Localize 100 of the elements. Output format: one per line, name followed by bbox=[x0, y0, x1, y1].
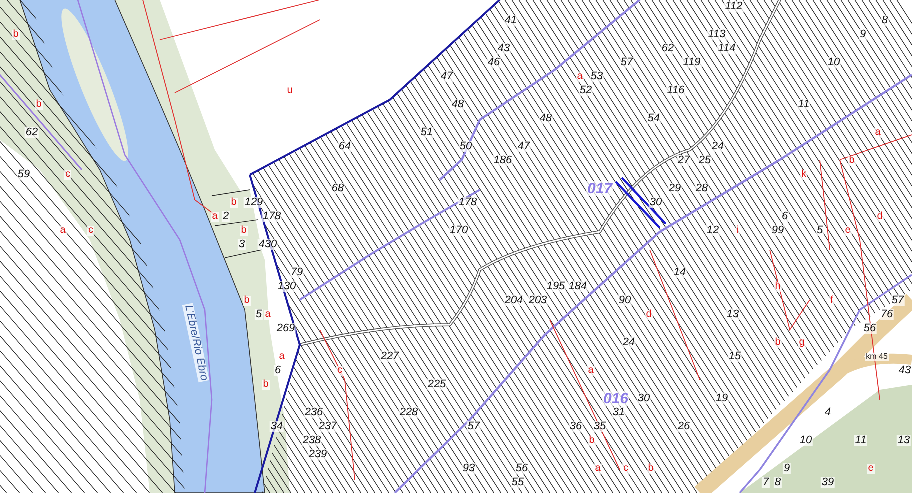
parcel-number: 8 bbox=[880, 16, 890, 26]
parcel-number: 130 bbox=[276, 282, 298, 292]
parcel-number: 99 bbox=[770, 226, 786, 236]
parcel-number: 204 bbox=[504, 296, 524, 306]
subparcel-letter: a bbox=[264, 310, 272, 320]
parcel-number: 238 bbox=[302, 436, 322, 446]
parcel-number: 35 bbox=[592, 422, 608, 432]
subparcel-letter: a bbox=[59, 226, 67, 236]
subparcel-letter: c bbox=[622, 464, 630, 474]
parcel-number: 228 bbox=[398, 408, 420, 418]
subparcel-letter: b bbox=[243, 296, 251, 306]
subparcel-letter: u bbox=[286, 86, 294, 96]
parcel-number: 76 bbox=[880, 310, 894, 320]
subparcel-letter: b bbox=[588, 436, 596, 446]
parcel-number: 48 bbox=[538, 114, 554, 124]
parcel-number: 51 bbox=[420, 128, 434, 138]
parcel-number: 114 bbox=[717, 44, 737, 54]
parcel-number: 56 bbox=[862, 324, 878, 334]
parcel-number: 227 bbox=[380, 352, 400, 362]
parcel-number: 10 bbox=[798, 436, 814, 446]
parcel-number: 57 bbox=[620, 58, 634, 68]
parcel-number: 9 bbox=[782, 464, 792, 474]
subparcel-letter: a bbox=[576, 72, 584, 82]
parcel-number: 57 bbox=[466, 422, 482, 432]
subparcel-letter: i bbox=[736, 226, 740, 236]
zone-label: 017 bbox=[586, 182, 614, 196]
parcel-number: 26 bbox=[676, 422, 692, 432]
subparcel-letter: a bbox=[874, 128, 882, 138]
parcel-number: 116 bbox=[666, 86, 686, 96]
parcel-number: 30 bbox=[648, 198, 664, 208]
subparcel-letter: b bbox=[262, 380, 270, 390]
parcel-number: 178 bbox=[262, 212, 282, 222]
parcel-number: 9 bbox=[858, 30, 868, 40]
parcel-number: 56 bbox=[514, 464, 530, 474]
parcel-number: 27 bbox=[676, 156, 692, 166]
subparcel-letter: a bbox=[211, 212, 219, 222]
parcel-number: 269 bbox=[276, 324, 296, 334]
parcel-number: 195 bbox=[546, 282, 566, 292]
parcel-number: 112 bbox=[724, 2, 744, 12]
parcel-number: 239 bbox=[308, 450, 328, 460]
subparcel-letter: b bbox=[240, 226, 248, 236]
parcel-number: 6 bbox=[780, 212, 790, 222]
parcel-number: 68 bbox=[330, 184, 346, 194]
subparcel-letter: b bbox=[230, 198, 238, 208]
subparcel-letter: b bbox=[647, 464, 655, 474]
parcel-number: 90 bbox=[618, 296, 632, 306]
parcel-number: 79 bbox=[290, 268, 304, 278]
zone-label: 016 bbox=[602, 392, 630, 406]
subparcel-letter: b bbox=[848, 156, 856, 166]
parcel-number: 237 bbox=[318, 422, 338, 432]
parcel-number: 39 bbox=[820, 478, 836, 488]
subparcel-letter: b bbox=[774, 338, 782, 348]
parcel-number: 64 bbox=[338, 142, 352, 152]
subparcel-letter: k bbox=[800, 170, 808, 180]
parcel-number: 225 bbox=[426, 380, 448, 390]
parcel-number: 15 bbox=[728, 352, 742, 362]
parcel-number: 47 bbox=[516, 142, 532, 152]
parcel-number: 48 bbox=[450, 100, 466, 110]
subparcel-letter: b bbox=[12, 30, 20, 40]
subparcel-letter: d bbox=[876, 212, 884, 222]
parcel-number: 46 bbox=[486, 58, 502, 68]
parcel-number: 55 bbox=[510, 478, 526, 488]
parcel-number: 129 bbox=[244, 198, 264, 208]
parcel-number: 36 bbox=[568, 422, 584, 432]
subparcel-letter: g bbox=[798, 338, 806, 348]
parcel-number: 5 bbox=[816, 226, 824, 236]
parcel-number: 5 bbox=[254, 310, 264, 320]
parcel-number: 54 bbox=[646, 114, 662, 124]
parcel-number: 4 bbox=[824, 408, 832, 418]
subparcel-letter: a bbox=[594, 464, 602, 474]
parcel-number: 8 bbox=[774, 478, 782, 488]
parcel-number: 50 bbox=[458, 142, 474, 152]
subparcel-letter: a bbox=[278, 352, 286, 362]
parcel-number: 119 bbox=[682, 58, 702, 68]
parcel-number: 170 bbox=[448, 226, 470, 236]
parcel-number: 11 bbox=[797, 100, 811, 110]
parcel-number: 59 bbox=[16, 170, 32, 180]
parcel-number: 43 bbox=[898, 366, 912, 376]
subparcel-letter: b bbox=[35, 100, 43, 110]
parcel-number: 12 bbox=[706, 226, 720, 236]
parcel-number: 43 bbox=[496, 44, 512, 54]
parcel-number: 19 bbox=[714, 394, 730, 404]
parcel-number: 53 bbox=[590, 72, 604, 82]
subparcel-letter: f bbox=[830, 296, 834, 306]
road-label: km 45 bbox=[865, 353, 889, 361]
parcel-number: 3 bbox=[238, 240, 246, 250]
parcel-number: 62 bbox=[24, 128, 40, 138]
parcel-number: 25 bbox=[698, 156, 712, 166]
parcel-number: 30 bbox=[636, 394, 652, 404]
parcel-number: 62 bbox=[660, 44, 676, 54]
parcel-number: 2 bbox=[222, 212, 230, 222]
subparcel-letter: c bbox=[336, 366, 344, 376]
subparcel-letter: h bbox=[774, 282, 782, 292]
subparcel-letter: a bbox=[587, 366, 595, 376]
subparcel-letter: c bbox=[88, 226, 94, 236]
parcel-number: 14 bbox=[672, 268, 688, 278]
parcel-number: 186 bbox=[492, 156, 514, 166]
parcel-number: 11 bbox=[854, 436, 868, 446]
parcel-number: 184 bbox=[568, 282, 588, 292]
subparcel-letter: e bbox=[867, 464, 875, 474]
